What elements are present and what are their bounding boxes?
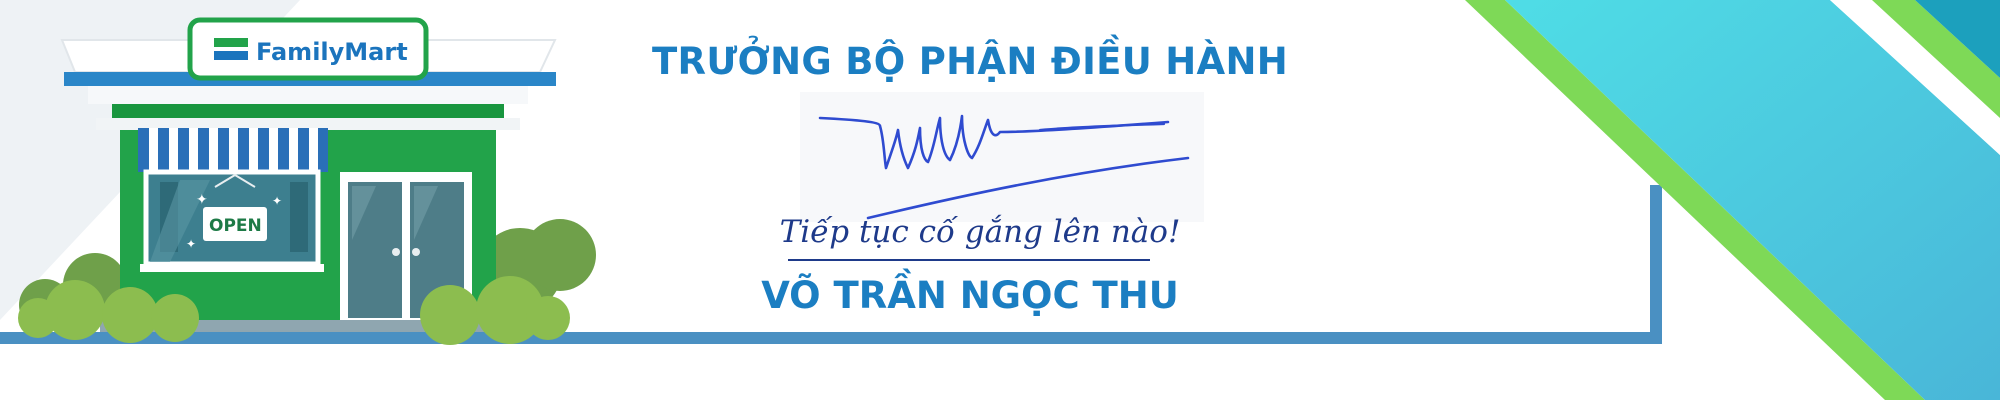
- signature-paper: [800, 92, 1204, 222]
- signer-name: VÕ TRẦN NGỌC THU: [761, 274, 1179, 317]
- signature-area: [788, 92, 1204, 261]
- motivational-tagline: Tiếp tục cố gắng lên nào!: [779, 214, 1181, 250]
